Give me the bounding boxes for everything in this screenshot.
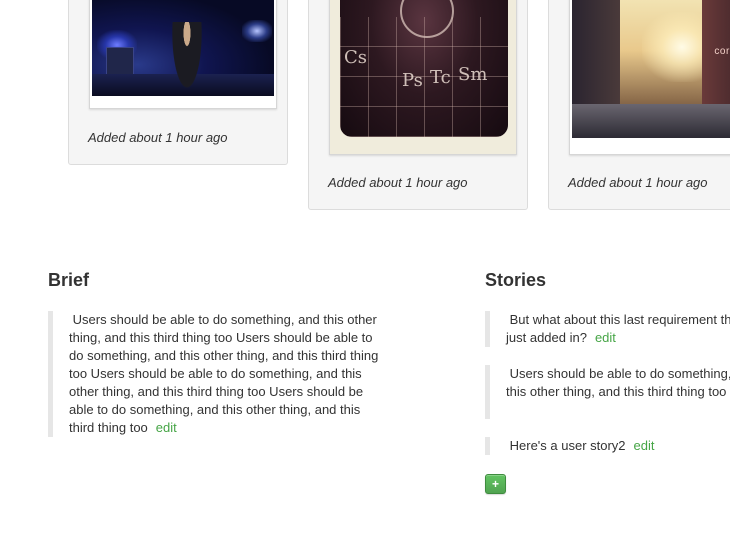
story-text: Here's a user story2 [506,438,626,453]
street-sunset-photo: corepo [572,0,730,138]
stories-title: Stories [485,270,547,290]
photo-caption: Added about 1 hour ago [88,130,228,145]
brief-quote: Users should be able to do something, an… [48,311,393,437]
wall-symbol: Tc [430,67,451,88]
photo-frame-2[interactable]: Cs Ps Tc Sm [329,0,517,155]
photo-frame-1[interactable] [89,0,277,109]
story-text: Users should be able to do something, an… [506,366,730,399]
story-item: Users should be able to do something, an… [485,365,730,419]
wall-symbol: Sm [458,64,488,85]
photo-caption: Added about 1 hour ago [328,175,468,190]
periodic-wall-photo: Cs Ps Tc Sm [340,0,508,137]
story-text: But what about this last requirement tha… [506,312,730,345]
brief-title: Brief [48,270,90,290]
brief-text: Users should be able to do something, an… [69,312,382,435]
photo-card-1: Added about 1 hour ago [68,0,288,165]
concert-photo [92,0,274,96]
photo-frame-3[interactable]: corepo [569,0,730,155]
story-item: Here's a user story2 edit [485,437,730,455]
sign-text: corepo [714,46,730,57]
photo-caption: Added about 1 hour ago [568,175,708,190]
wall-symbol: Cs [344,47,368,68]
photo-card-2: Cs Ps Tc Sm Added about 1 hour ago [308,0,528,210]
story-edit-link[interactable]: edit [634,438,655,453]
story-item: But what about this last requirement tha… [485,311,730,347]
brief-edit-link[interactable]: edit [156,420,177,435]
story-edit-link[interactable]: edit [595,330,616,345]
photo-card-3: corepo Added about 1 hour ago [548,0,730,210]
add-story-button[interactable]: + [485,474,506,494]
wall-symbol: Ps [402,70,423,91]
